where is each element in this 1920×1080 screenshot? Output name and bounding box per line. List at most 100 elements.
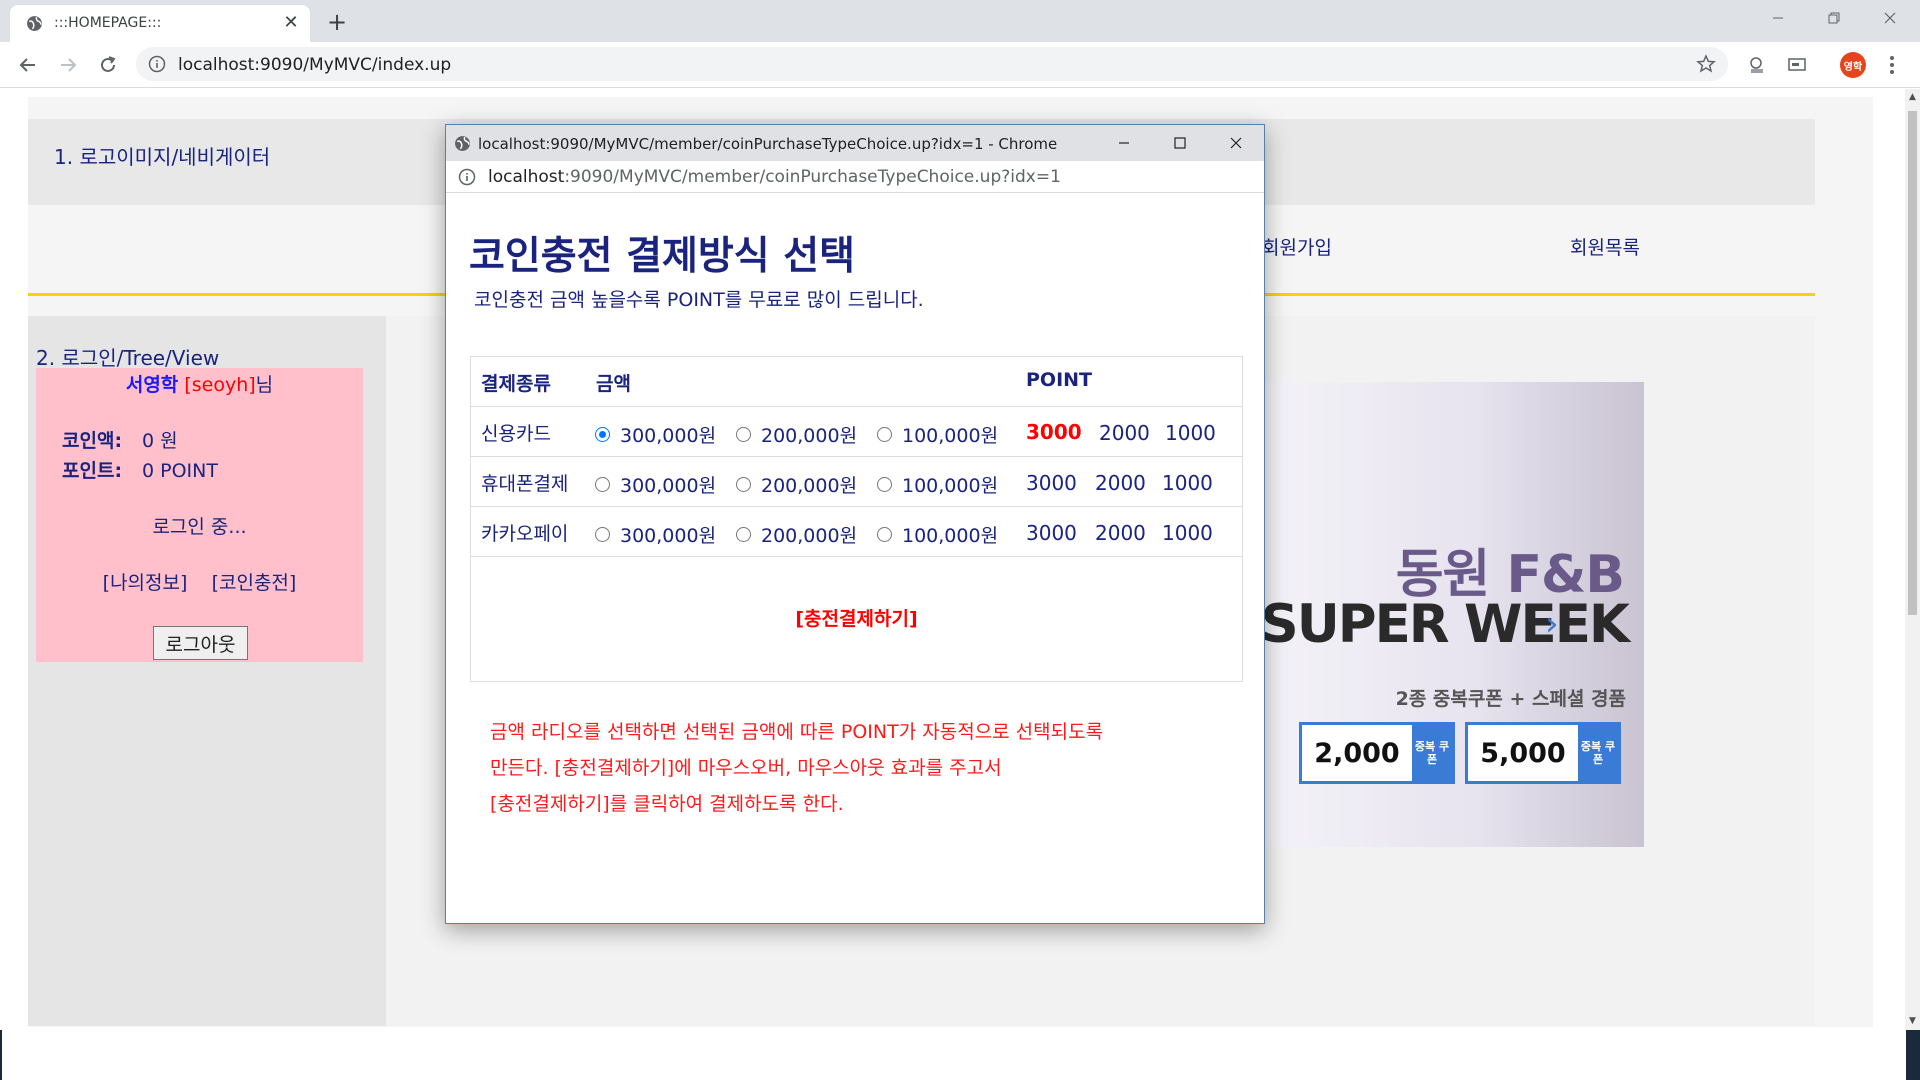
coin-label: 코인액: xyxy=(62,430,123,452)
popup-url-text: localhost:9090/MyMVC/member/coinPurchase… xyxy=(488,167,1061,187)
point-option[interactable]: 3000 xyxy=(1026,471,1077,495)
extension-icon[interactable] xyxy=(1745,53,1769,77)
radio-button[interactable] xyxy=(877,427,892,442)
radio-button[interactable] xyxy=(736,527,751,542)
amount-radio-300000[interactable]: 300,000원 xyxy=(595,471,716,498)
amount-radio-100000[interactable]: 100,000원 xyxy=(877,421,998,448)
chevron-right-icon[interactable]: › xyxy=(1545,604,1559,644)
restore-button[interactable] xyxy=(1806,0,1862,36)
col-header-point: POINT xyxy=(1026,369,1093,391)
point-label: 포인트: xyxy=(62,460,123,482)
popup-maximize-button[interactable] xyxy=(1152,125,1208,161)
amount-radio-300000[interactable]: 300,000원 xyxy=(595,521,716,548)
url-text: localhost:9090/MyMVC/index.up xyxy=(178,55,452,75)
radio-button[interactable] xyxy=(736,477,751,492)
table-row: 휴대폰결제 300,000원 200,000원 100,000원 3000 20… xyxy=(471,457,1242,507)
col-header-type: 결제종류 xyxy=(481,373,551,395)
radio-button[interactable] xyxy=(877,477,892,492)
tab-title: :::HOMEPAGE::: xyxy=(54,15,162,31)
ad-banner[interactable]: 동원 F&B SUPER WEEK › 2종 중복쿠폰 + 스페셜 경품 2,0… xyxy=(1262,382,1644,847)
amount-radio-200000[interactable]: 200,000원 xyxy=(736,421,857,448)
info-icon[interactable] xyxy=(458,168,476,186)
amount-radio-200000[interactable]: 200,000원 xyxy=(736,521,857,548)
popup-window: localhost:9090/MyMVC/member/coinPurchase… xyxy=(445,124,1265,924)
popup-address-bar: localhost:9090/MyMVC/member/coinPurchase… xyxy=(446,161,1264,193)
reload-button[interactable] xyxy=(92,49,124,81)
point-row: 포인트: 0 POINT xyxy=(62,456,218,483)
login-links: [나의정보] [코인충전] xyxy=(36,568,363,595)
radio-button[interactable] xyxy=(736,427,751,442)
amount-label: 200,000원 xyxy=(761,475,858,497)
amount-label: 200,000원 xyxy=(761,425,858,447)
point-option[interactable]: 1000 xyxy=(1165,421,1216,445)
radio-button[interactable] xyxy=(595,527,610,542)
restore-icon xyxy=(1828,12,1840,24)
coin-charge-link[interactable]: [코인충전] xyxy=(212,572,297,594)
minimize-button[interactable] xyxy=(1750,0,1806,36)
minimize-icon xyxy=(1773,17,1783,19)
nav-link-register[interactable]: 회원가입 xyxy=(1262,233,1332,260)
browser-tabstrip: :::HOMEPAGE::: ✕ + xyxy=(0,0,1920,42)
sidebar: 2. 로그인/Tree/View 서영학 [seoyh]님 코인액: 0 원 포인… xyxy=(28,316,386,1026)
point-option[interactable]: 1000 xyxy=(1162,521,1213,545)
forward-button[interactable] xyxy=(52,49,84,81)
point-value: 0 POINT xyxy=(142,460,218,482)
amount-label: 200,000원 xyxy=(761,525,858,547)
scrollbar-thumb[interactable] xyxy=(1908,111,1917,615)
globe-icon xyxy=(27,16,42,31)
bookmark-star-icon[interactable] xyxy=(1694,52,1718,76)
scroll-up-icon[interactable]: ▲ xyxy=(1905,89,1920,104)
back-button[interactable] xyxy=(12,49,44,81)
amount-radio-200000[interactable]: 200,000원 xyxy=(736,471,857,498)
my-info-link[interactable]: [나의정보] xyxy=(103,572,188,594)
login-info-box: 서영학 [seoyh]님 코인액: 0 원 포인트: 0 POINT 로그인 중..… xyxy=(36,368,363,662)
taskbar-edge xyxy=(0,1030,2,1080)
maximize-icon xyxy=(1174,137,1186,149)
reload-icon xyxy=(101,56,116,72)
coin-value: 0 원 xyxy=(142,430,178,452)
point-option[interactable]: 2000 xyxy=(1095,521,1146,545)
popup-close-button[interactable] xyxy=(1208,125,1264,161)
close-tab-icon[interactable]: ✕ xyxy=(280,11,302,33)
close-icon xyxy=(1230,137,1242,149)
point-option[interactable]: 1000 xyxy=(1162,471,1213,495)
radio-button[interactable] xyxy=(595,427,610,442)
popup-minimize-button[interactable] xyxy=(1096,125,1152,161)
table-header-row: 결제종류 금액 POINT xyxy=(471,357,1242,407)
payment-table: 결제종류 금액 POINT 신용카드 300,000원 200,000원 100… xyxy=(470,356,1243,682)
close-window-button[interactable] xyxy=(1862,0,1918,36)
table-row: 신용카드 300,000원 200,000원 100,000원 3000 200… xyxy=(471,407,1242,457)
address-bar[interactable]: localhost:9090/MyMVC/index.up xyxy=(136,47,1728,81)
user-id: [seoyh] xyxy=(184,374,256,396)
new-tab-button[interactable]: + xyxy=(322,8,352,36)
point-option[interactable]: 3000 xyxy=(1026,521,1077,545)
point-option[interactable]: 2000 xyxy=(1095,471,1146,495)
menu-kebab-icon[interactable] xyxy=(1880,53,1904,77)
popup-url-path: :9090/MyMVC/member/coinPurchaseTypeChoic… xyxy=(564,167,1061,187)
radio-button[interactable] xyxy=(595,477,610,492)
nav-link-member-list[interactable]: 회원목록 xyxy=(1570,233,1640,260)
amount-radio-300000[interactable]: 300,000원 xyxy=(595,421,716,448)
login-status: 로그인 중... xyxy=(152,516,247,538)
browser-tab[interactable]: :::HOMEPAGE::: ✕ xyxy=(10,5,310,42)
info-icon[interactable] xyxy=(148,55,166,73)
charge-payment-button[interactable]: [충전결제하기] xyxy=(471,604,1242,631)
profile-avatar[interactable]: 영학 xyxy=(1840,52,1866,78)
payment-type: 신용카드 xyxy=(481,423,551,445)
popup-titlebar[interactable]: localhost:9090/MyMVC/member/coinPurchase… xyxy=(446,125,1264,161)
coupon-value: 2,000 xyxy=(1314,737,1400,769)
point-option[interactable]: 3000 xyxy=(1026,420,1082,444)
amount-radio-100000[interactable]: 100,000원 xyxy=(877,521,998,548)
radio-button[interactable] xyxy=(877,527,892,542)
page-scrollbar[interactable]: ▲ ▼ xyxy=(1905,89,1920,1030)
amount-radio-100000[interactable]: 100,000원 xyxy=(877,471,998,498)
amount-label: 100,000원 xyxy=(902,525,999,547)
logout-button[interactable]: 로그아웃 xyxy=(153,626,248,660)
login-greeting: 서영학 [seoyh]님 xyxy=(36,370,363,397)
scroll-down-icon[interactable]: ▼ xyxy=(1905,1013,1920,1028)
point-option[interactable]: 2000 xyxy=(1099,421,1150,445)
payment-type: 카카오페이 xyxy=(481,523,569,545)
cast-icon[interactable] xyxy=(1785,53,1809,77)
ad-subtitle: 2종 중복쿠폰 + 스페셜 경품 xyxy=(1395,688,1626,710)
coin-row: 코인액: 0 원 xyxy=(62,426,178,453)
